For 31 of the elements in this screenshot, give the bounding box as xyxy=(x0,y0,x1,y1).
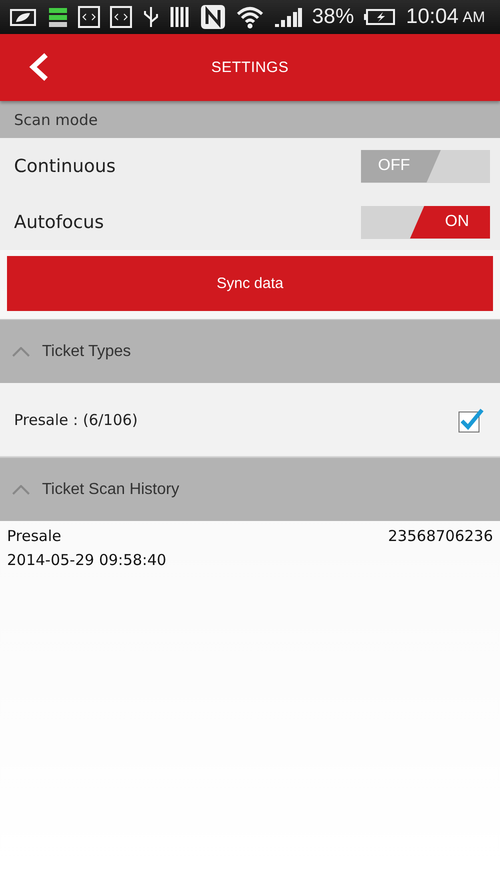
ticket-type-label: Presale : (6/106) xyxy=(14,410,138,428)
wifi-icon xyxy=(236,5,264,29)
battery-saver-icon xyxy=(8,7,38,27)
clock: 10:04 xyxy=(406,5,459,29)
ticket-code: 23568706236 xyxy=(388,527,493,545)
sync-button[interactable]: Sync data xyxy=(7,256,493,311)
clock-meridiem: AM xyxy=(462,8,486,26)
back-icon xyxy=(29,53,49,81)
code-icon xyxy=(110,6,132,28)
signal-icon xyxy=(274,5,302,29)
barcode-icon xyxy=(170,5,190,29)
toggle-switch[interactable]: ON xyxy=(361,206,490,238)
section-header[interactable]: Ticket Scan History xyxy=(0,457,500,521)
storage-icon xyxy=(48,6,68,28)
caret-up-icon xyxy=(12,484,30,494)
section-title: Ticket Types xyxy=(42,342,131,360)
nfc-icon xyxy=(200,4,226,30)
page-title: SETTINGS xyxy=(211,59,289,76)
code-icon xyxy=(78,6,100,28)
scan-time: 2014-05-29 09:58:40 xyxy=(7,551,168,569)
setting-label: Continuous xyxy=(14,156,116,176)
battery-charging-icon xyxy=(364,8,396,26)
ticket-type: Presale xyxy=(7,527,62,545)
caret-up-icon xyxy=(12,346,30,356)
setting-label: Autofocus xyxy=(14,212,104,232)
checkbox[interactable] xyxy=(458,406,484,432)
usb-icon xyxy=(142,5,160,29)
section-title: Ticket Scan History xyxy=(42,480,180,498)
section-header[interactable]: Ticket Types xyxy=(0,319,500,383)
battery-percent: 38% xyxy=(312,5,354,29)
section-title: Scan mode xyxy=(14,110,98,128)
